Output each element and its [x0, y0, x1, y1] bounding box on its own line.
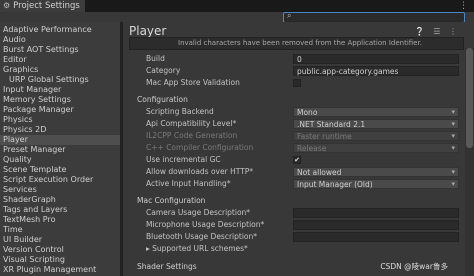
- sidebar-item[interactable]: Quality: [3, 155, 32, 165]
- mac-app-store-row: Mac App Store Validation: [123, 78, 463, 88]
- scripting-backend-label: Scripting Backend: [146, 107, 214, 116]
- incremental-gc-row: Use incremental GC ✔: [123, 155, 463, 165]
- configuration-header: Configuration: [137, 95, 188, 104]
- sidebar-item[interactable]: XR Plugin Management: [3, 265, 96, 275]
- sidebar-item[interactable]: URP Global Settings: [9, 75, 89, 85]
- scripting-backend-dropdown[interactable]: Mono: [293, 107, 459, 117]
- warning-text: Invalid characters have been removed fro…: [178, 39, 422, 47]
- incremental-gc-label: Use incremental GC: [146, 155, 221, 164]
- camera-usage-row: Camera Usage Description*: [123, 208, 463, 218]
- sidebar-item[interactable]: UI Builder: [3, 235, 42, 245]
- sidebar: Adaptive Performance Audio Burst AOT Setti…: [0, 22, 120, 276]
- sidebar-item[interactable]: Adaptive Performance: [3, 25, 92, 35]
- build-row: Build 0: [123, 54, 463, 64]
- allow-http-label: Allow downloads over HTTP*: [146, 167, 254, 176]
- sidebar-item[interactable]: Burst AOT Settings: [3, 45, 79, 55]
- api-level-label: Api Compatibility Level*: [146, 119, 237, 128]
- gear-icon: ⚙: [3, 1, 11, 10]
- warning-box: Invalid characters have been removed fro…: [129, 37, 464, 50]
- scrollbar-thumb[interactable]: [466, 48, 473, 148]
- mic-usage-field[interactable]: [293, 220, 459, 230]
- allow-http-dropdown[interactable]: Not allowed: [293, 167, 459, 177]
- mac-configuration-header: Mac Configuration: [137, 196, 206, 205]
- page-title: Player: [129, 24, 167, 38]
- scripting-backend-row: Scripting Backend Mono: [123, 107, 463, 117]
- mic-usage-label: Microphone Usage Description*: [146, 220, 265, 229]
- category-field[interactable]: public.app-category.games: [293, 66, 459, 76]
- sidebar-item[interactable]: TextMesh Pro: [3, 215, 55, 225]
- cpp-config-dropdown: Release: [293, 143, 459, 153]
- tab-title: Project Settings: [13, 1, 80, 11]
- active-input-label: Active Input Handling*: [146, 179, 231, 188]
- sidebar-item[interactable]: Editor: [3, 55, 27, 65]
- allow-http-row: Allow downloads over HTTP* Not allowed: [123, 167, 463, 177]
- sidebar-item[interactable]: Physics 2D: [3, 125, 46, 135]
- mic-usage-row: Microphone Usage Description*: [123, 220, 463, 230]
- watermark: CSDN @陵war鲁多: [380, 262, 448, 271]
- camera-usage-label: Camera Usage Description*: [146, 208, 251, 217]
- sidebar-item[interactable]: Preset Manager: [3, 145, 66, 155]
- sidebar-item[interactable]: ShaderGraph: [3, 195, 56, 205]
- inspector-panel: Player ❔ ☰ ⋮ Invalid characters have bee…: [123, 22, 474, 276]
- sidebar-item[interactable]: Time: [3, 225, 23, 235]
- sidebar-item[interactable]: Physics: [3, 115, 33, 125]
- il2cpp-row: IL2CPP Code Generation Faster runtime: [123, 131, 463, 141]
- active-input-row: Active Input Handling* Input Manager (Ol…: [123, 179, 463, 189]
- sidebar-item[interactable]: Player: [0, 135, 120, 145]
- mac-app-store-label: Mac App Store Validation: [146, 78, 240, 87]
- camera-usage-field[interactable]: [293, 208, 459, 218]
- cpp-config-label: C++ Compiler Configuration: [146, 143, 254, 152]
- sidebar-item[interactable]: Memory Settings: [3, 95, 71, 105]
- search-icon: ⌕: [287, 11, 292, 20]
- sidebar-item[interactable]: Visual Scripting: [3, 255, 65, 265]
- il2cpp-label: IL2CPP Code Generation: [146, 131, 238, 140]
- window-menu-icon[interactable]: ⋮: [459, 0, 468, 12]
- url-schemes-foldout[interactable]: ▸ Supported URL schemes*: [146, 244, 248, 254]
- category-row: Category public.app-category.games: [123, 66, 463, 76]
- bt-usage-label: Bluetooth Usage Description*: [146, 232, 258, 241]
- project-settings-tab[interactable]: ⚙ Project Settings: [0, 0, 85, 12]
- sidebar-item[interactable]: Audio: [3, 35, 26, 45]
- shader-settings-header: Shader Settings: [137, 262, 197, 271]
- build-label: Build: [146, 54, 165, 63]
- il2cpp-dropdown: Faster runtime: [293, 131, 459, 141]
- bt-usage-field[interactable]: [293, 232, 459, 242]
- sidebar-item[interactable]: Tags and Layers: [3, 205, 67, 215]
- sidebar-item[interactable]: Input Manager: [3, 85, 61, 95]
- scrollbar[interactable]: [465, 48, 474, 276]
- sidebar-item[interactable]: Script Execution Order: [3, 175, 93, 185]
- sidebar-item[interactable]: Package Manager: [3, 105, 74, 115]
- build-field[interactable]: 0: [293, 54, 459, 64]
- sidebar-item[interactable]: Scene Template: [3, 165, 66, 175]
- active-input-dropdown[interactable]: Input Manager (Old): [293, 179, 459, 189]
- sidebar-item[interactable]: Graphics: [3, 65, 38, 75]
- sidebar-item[interactable]: Services: [3, 185, 37, 195]
- category-label: Category: [146, 66, 181, 75]
- bt-usage-row: Bluetooth Usage Description*: [123, 232, 463, 242]
- incremental-gc-checkbox[interactable]: ✔: [293, 156, 301, 164]
- sidebar-item[interactable]: Version Control: [3, 245, 64, 255]
- api-level-dropdown[interactable]: .NET Standard 2.1: [293, 119, 459, 129]
- header-icons[interactable]: ❔ ☰ ⋮: [415, 27, 460, 36]
- cpp-config-row: C++ Compiler Configuration Release: [123, 143, 463, 153]
- api-level-row: Api Compatibility Level* .NET Standard 2…: [123, 119, 463, 129]
- mac-app-store-checkbox[interactable]: [293, 79, 301, 87]
